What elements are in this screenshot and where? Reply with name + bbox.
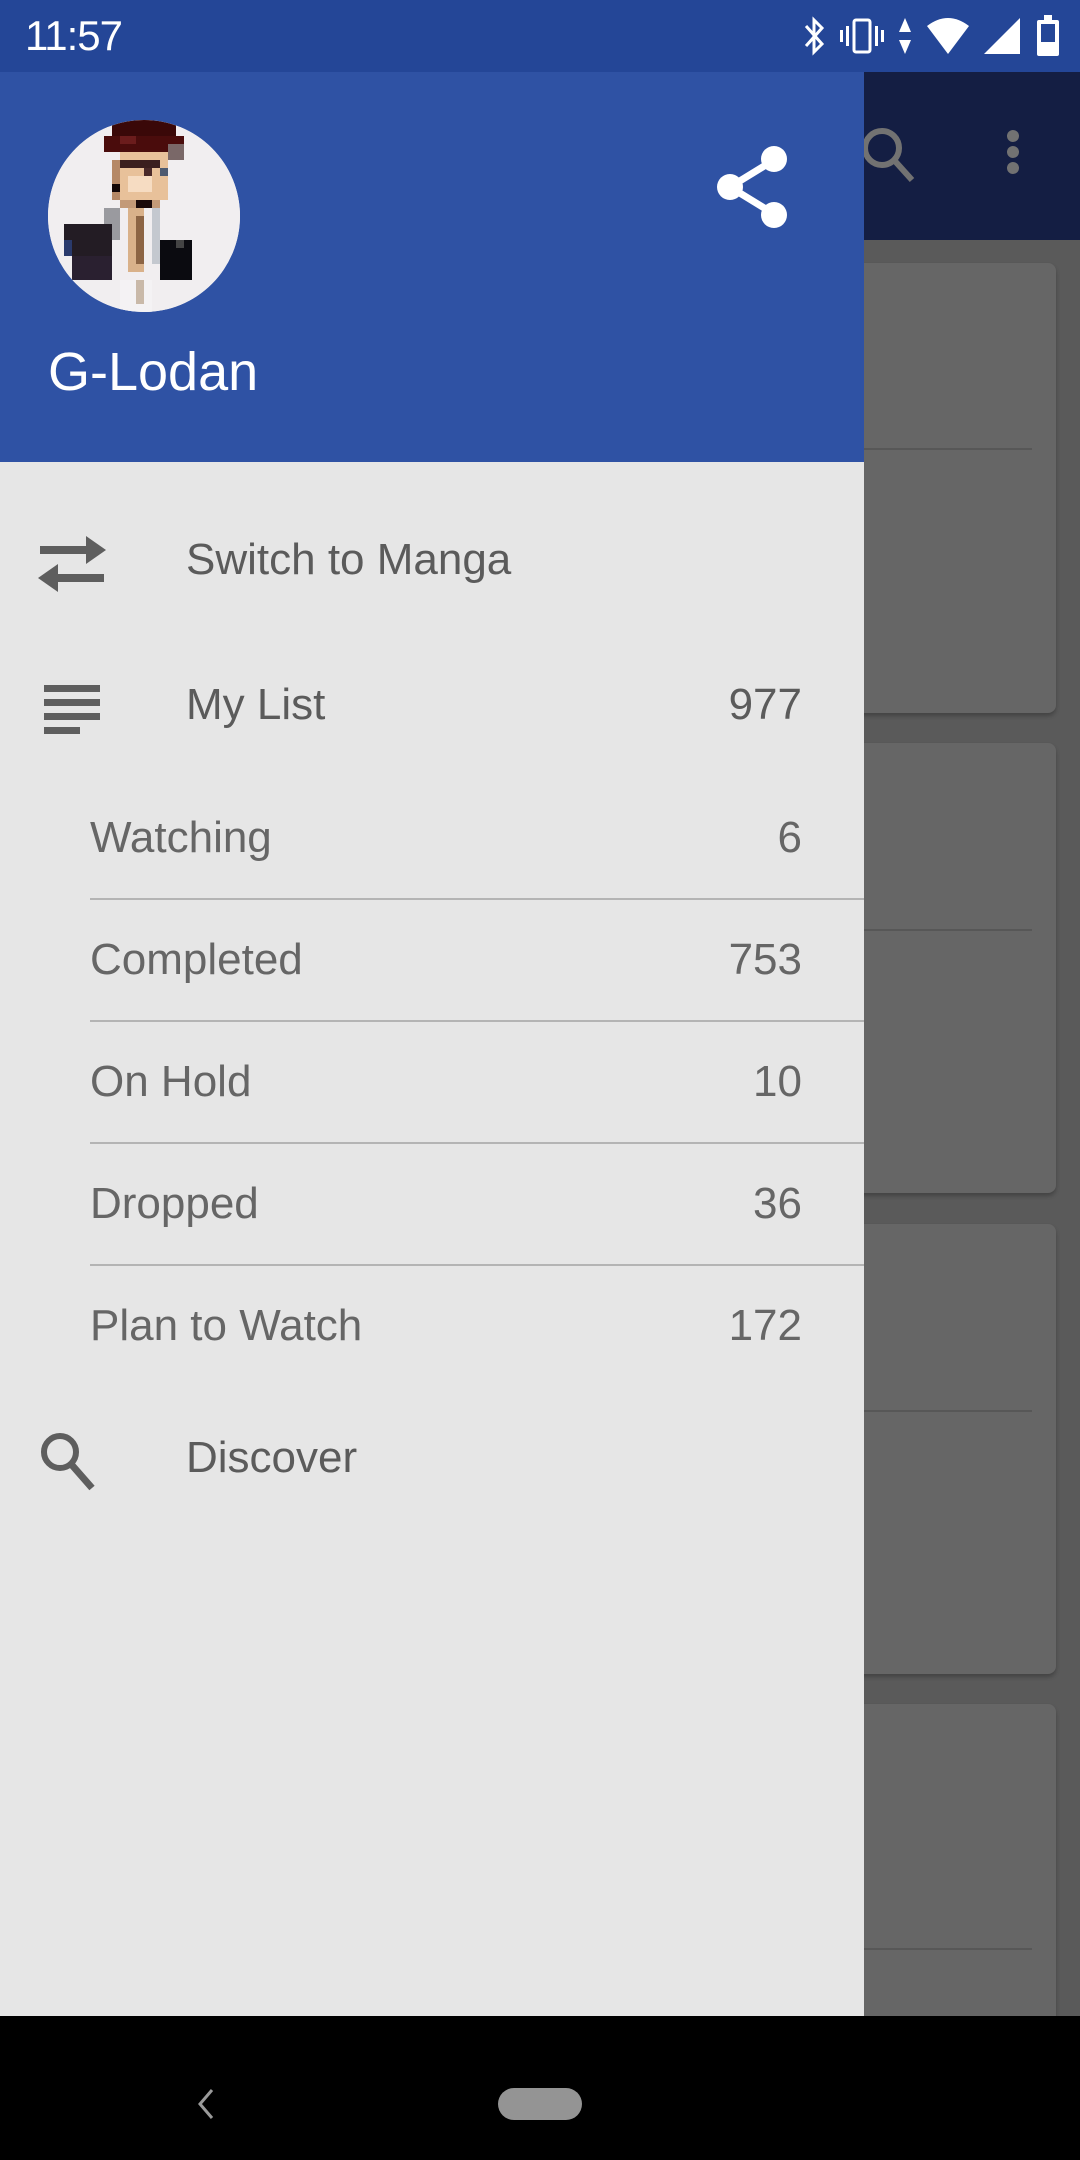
username: G-Lodan [48,342,259,402]
more-vert-icon [1007,130,1019,174]
list-lines-icon [44,685,100,734]
category-count: 172 [728,1301,802,1350]
data-arrows-icon [899,18,911,54]
vibrate-icon [840,18,884,54]
category-label: Completed [90,935,303,984]
category-completed[interactable]: Completed 753 [90,900,864,1022]
card-divider [864,448,1032,450]
category-label: Dropped [90,1179,259,1228]
wifi-icon [927,18,969,54]
category-on-hold[interactable]: On Hold 10 [90,1022,864,1144]
signal-icon [984,18,1020,54]
discover-label: Discover [186,1433,358,1482]
category-label: Watching [90,813,272,862]
my-list-item[interactable]: My List 977 [0,645,864,765]
category-plan-to-watch[interactable]: Plan to Watch 172 [90,1266,864,1388]
avatar-image [48,120,240,312]
my-list-label: My List [186,680,326,729]
category-label: On Hold [90,1057,252,1106]
category-dropped[interactable]: Dropped 36 [90,1144,864,1266]
home-pill-button[interactable] [498,2088,582,2120]
search-icon [41,1433,95,1491]
search-icon [862,128,915,183]
battery-icon [1037,15,1059,56]
navigation-drawer: G-Lodan Switch to Manga My List 977 Watc… [0,72,864,2016]
swap-arrows-icon [38,536,106,592]
switch-to-manga-label: Switch to Manga [186,535,512,584]
drawer-header: G-Lodan [0,72,864,462]
category-count: 6 [777,813,802,862]
avatar[interactable] [48,120,240,312]
card-divider [864,1948,1032,1950]
category-count: 36 [753,1179,802,1228]
card-divider [864,929,1032,931]
category-count: 10 [753,1057,802,1106]
share-icon [717,146,787,228]
category-watching[interactable]: Watching 6 [90,778,864,900]
status-bar: 11:57 [0,0,1080,72]
status-icons [802,15,1060,56]
my-list-count: 977 [728,680,802,729]
discover-item[interactable]: Discover [0,1398,864,1518]
bluetooth-icon [804,16,825,56]
status-time: 11:57 [25,12,123,59]
card-divider [864,1410,1032,1412]
system-navigation-bar [0,2016,1080,2160]
share-button[interactable] [712,142,794,232]
category-count: 753 [728,935,802,984]
switch-to-manga-item[interactable]: Switch to Manga [0,500,864,620]
category-label: Plan to Watch [90,1301,363,1350]
back-icon[interactable] [194,2088,218,2120]
